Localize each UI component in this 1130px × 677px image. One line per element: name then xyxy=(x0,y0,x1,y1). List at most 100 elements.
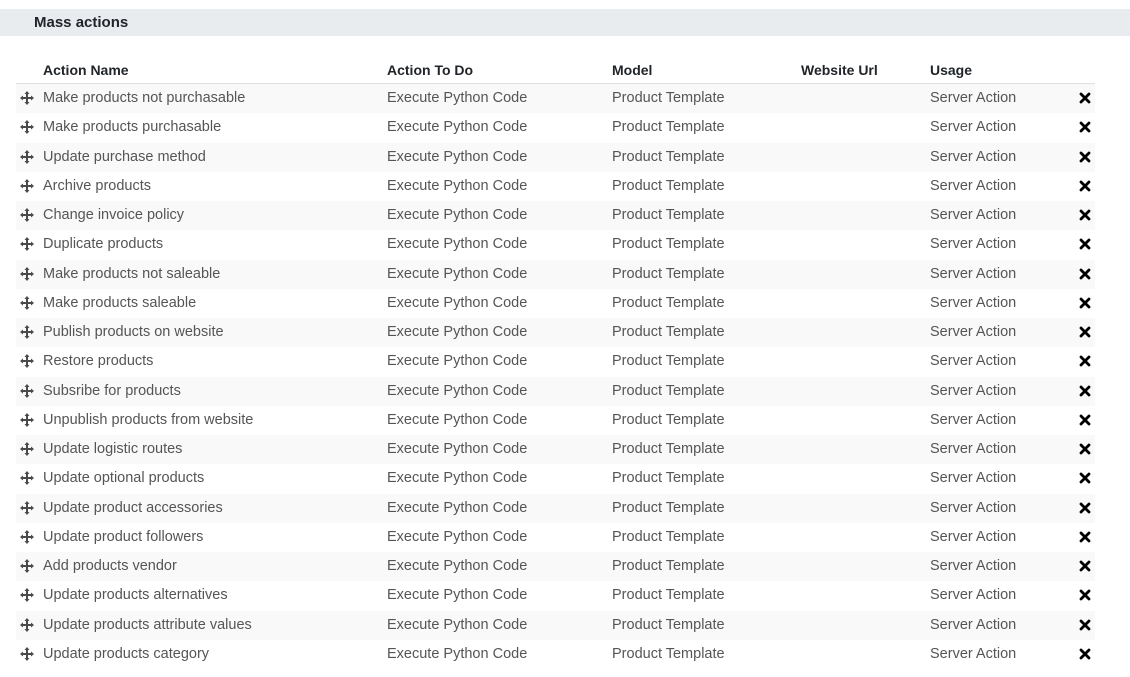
cell-model[interactable]: Product Template xyxy=(612,266,725,283)
cell-model[interactable]: Product Template xyxy=(612,558,725,575)
cell-action-name[interactable]: Unpublish products from website xyxy=(43,412,253,429)
cell-usage[interactable]: Server Action xyxy=(930,558,1016,575)
cell-usage[interactable]: Server Action xyxy=(930,441,1016,458)
table-row[interactable]: Update products attribute values Execute… xyxy=(16,610,1095,640)
delete-icon[interactable] xyxy=(1078,647,1092,661)
drag-handle-icon[interactable] xyxy=(19,470,35,486)
cell-action-to-do[interactable]: Execute Python Code xyxy=(387,500,527,517)
drag-handle-icon[interactable] xyxy=(19,353,35,369)
cell-action-name[interactable]: Change invoice policy xyxy=(43,207,184,224)
drag-handle-icon[interactable] xyxy=(19,178,35,194)
cell-model[interactable]: Product Template xyxy=(612,178,725,195)
cell-usage[interactable]: Server Action xyxy=(930,383,1016,400)
column-header-usage[interactable]: Usage xyxy=(930,62,972,78)
delete-icon[interactable] xyxy=(1078,237,1092,251)
delete-icon[interactable] xyxy=(1078,208,1092,222)
drag-handle-icon[interactable] xyxy=(19,324,35,340)
cell-model[interactable]: Product Template xyxy=(612,646,725,663)
drag-handle-icon[interactable] xyxy=(19,90,35,106)
cell-action-name[interactable]: Make products saleable xyxy=(43,295,196,312)
cell-usage[interactable]: Server Action xyxy=(930,470,1016,487)
drag-handle-icon[interactable] xyxy=(19,236,35,252)
cell-usage[interactable]: Server Action xyxy=(930,500,1016,517)
cell-usage[interactable]: Server Action xyxy=(930,353,1016,370)
column-header-model[interactable]: Model xyxy=(612,62,652,78)
cell-action-name[interactable]: Publish products on website xyxy=(43,324,224,341)
drag-handle-icon[interactable] xyxy=(19,500,35,516)
cell-usage[interactable]: Server Action xyxy=(930,324,1016,341)
cell-model[interactable]: Product Template xyxy=(612,295,725,312)
table-row[interactable]: Update product followers Execute Python … xyxy=(16,522,1095,552)
table-row[interactable]: Update product accessories Execute Pytho… xyxy=(16,493,1095,523)
cell-action-name[interactable]: Subsribe for products xyxy=(43,383,181,400)
cell-action-name[interactable]: Update products attribute values xyxy=(43,617,252,634)
cell-action-to-do[interactable]: Execute Python Code xyxy=(387,149,527,166)
cell-action-name[interactable]: Update product followers xyxy=(43,529,203,546)
cell-model[interactable]: Product Template xyxy=(612,353,725,370)
cell-action-to-do[interactable]: Execute Python Code xyxy=(387,324,527,341)
cell-usage[interactable]: Server Action xyxy=(930,236,1016,253)
table-row[interactable]: Archive products Execute Python Code Pro… xyxy=(16,171,1095,201)
cell-usage[interactable]: Server Action xyxy=(930,529,1016,546)
delete-icon[interactable] xyxy=(1078,354,1092,368)
column-header-action-name[interactable]: Action Name xyxy=(43,62,129,78)
drag-handle-icon[interactable] xyxy=(19,207,35,223)
cell-model[interactable]: Product Template xyxy=(612,529,725,546)
drag-handle-icon[interactable] xyxy=(19,646,35,662)
delete-icon[interactable] xyxy=(1078,413,1092,427)
cell-usage[interactable]: Server Action xyxy=(930,119,1016,136)
delete-icon[interactable] xyxy=(1078,267,1092,281)
cell-usage[interactable]: Server Action xyxy=(930,295,1016,312)
cell-action-name[interactable]: Make products not saleable xyxy=(43,266,220,283)
column-header-website-url[interactable]: Website Url xyxy=(801,62,878,78)
delete-icon[interactable] xyxy=(1078,384,1092,398)
cell-action-name[interactable]: Make products not purchasable xyxy=(43,90,245,107)
table-row[interactable]: Add products vendor Execute Python Code … xyxy=(16,552,1095,582)
column-header-action-to-do[interactable]: Action To Do xyxy=(387,62,473,78)
drag-handle-icon[interactable] xyxy=(19,587,35,603)
table-row[interactable]: Restore products Execute Python Code Pro… xyxy=(16,347,1095,377)
drag-handle-icon[interactable] xyxy=(19,149,35,165)
delete-icon[interactable] xyxy=(1078,618,1092,632)
cell-action-name[interactable]: Update products alternatives xyxy=(43,587,228,604)
drag-handle-icon[interactable] xyxy=(19,441,35,457)
table-row[interactable]: Make products not saleable Execute Pytho… xyxy=(16,259,1095,289)
delete-icon[interactable] xyxy=(1078,559,1092,573)
table-row[interactable]: Publish products on website Execute Pyth… xyxy=(16,318,1095,348)
cell-action-name[interactable]: Add products vendor xyxy=(43,558,177,575)
cell-model[interactable]: Product Template xyxy=(612,383,725,400)
drag-handle-icon[interactable] xyxy=(19,295,35,311)
cell-action-to-do[interactable]: Execute Python Code xyxy=(387,646,527,663)
cell-usage[interactable]: Server Action xyxy=(930,178,1016,195)
cell-action-to-do[interactable]: Execute Python Code xyxy=(387,470,527,487)
drag-handle-icon[interactable] xyxy=(19,383,35,399)
cell-model[interactable]: Product Template xyxy=(612,236,725,253)
cell-model[interactable]: Product Template xyxy=(612,470,725,487)
drag-handle-icon[interactable] xyxy=(19,558,35,574)
cell-action-to-do[interactable]: Execute Python Code xyxy=(387,236,527,253)
table-row[interactable]: Update purchase method Execute Python Co… xyxy=(16,142,1095,172)
cell-usage[interactable]: Server Action xyxy=(930,412,1016,429)
cell-action-name[interactable]: Make products purchasable xyxy=(43,119,221,136)
cell-usage[interactable]: Server Action xyxy=(930,587,1016,604)
cell-action-to-do[interactable]: Execute Python Code xyxy=(387,587,527,604)
cell-action-name[interactable]: Update product accessories xyxy=(43,500,223,517)
cell-action-to-do[interactable]: Execute Python Code xyxy=(387,441,527,458)
table-row[interactable]: Make products not purchasable Execute Py… xyxy=(16,84,1095,114)
cell-action-to-do[interactable]: Execute Python Code xyxy=(387,412,527,429)
table-row[interactable]: Make products purchasable Execute Python… xyxy=(16,113,1095,143)
drag-handle-icon[interactable] xyxy=(19,266,35,282)
table-row[interactable]: Make products saleable Execute Python Co… xyxy=(16,288,1095,318)
delete-icon[interactable] xyxy=(1078,471,1092,485)
cell-action-to-do[interactable]: Execute Python Code xyxy=(387,266,527,283)
cell-action-to-do[interactable]: Execute Python Code xyxy=(387,353,527,370)
cell-action-to-do[interactable]: Execute Python Code xyxy=(387,207,527,224)
delete-icon[interactable] xyxy=(1078,296,1092,310)
cell-model[interactable]: Product Template xyxy=(612,149,725,166)
drag-handle-icon[interactable] xyxy=(19,529,35,545)
cell-action-name[interactable]: Update purchase method xyxy=(43,149,206,166)
cell-model[interactable]: Product Template xyxy=(612,324,725,341)
cell-action-to-do[interactable]: Execute Python Code xyxy=(387,617,527,634)
table-row[interactable]: Subsribe for products Execute Python Cod… xyxy=(16,376,1095,406)
cell-action-name[interactable]: Duplicate products xyxy=(43,236,163,253)
